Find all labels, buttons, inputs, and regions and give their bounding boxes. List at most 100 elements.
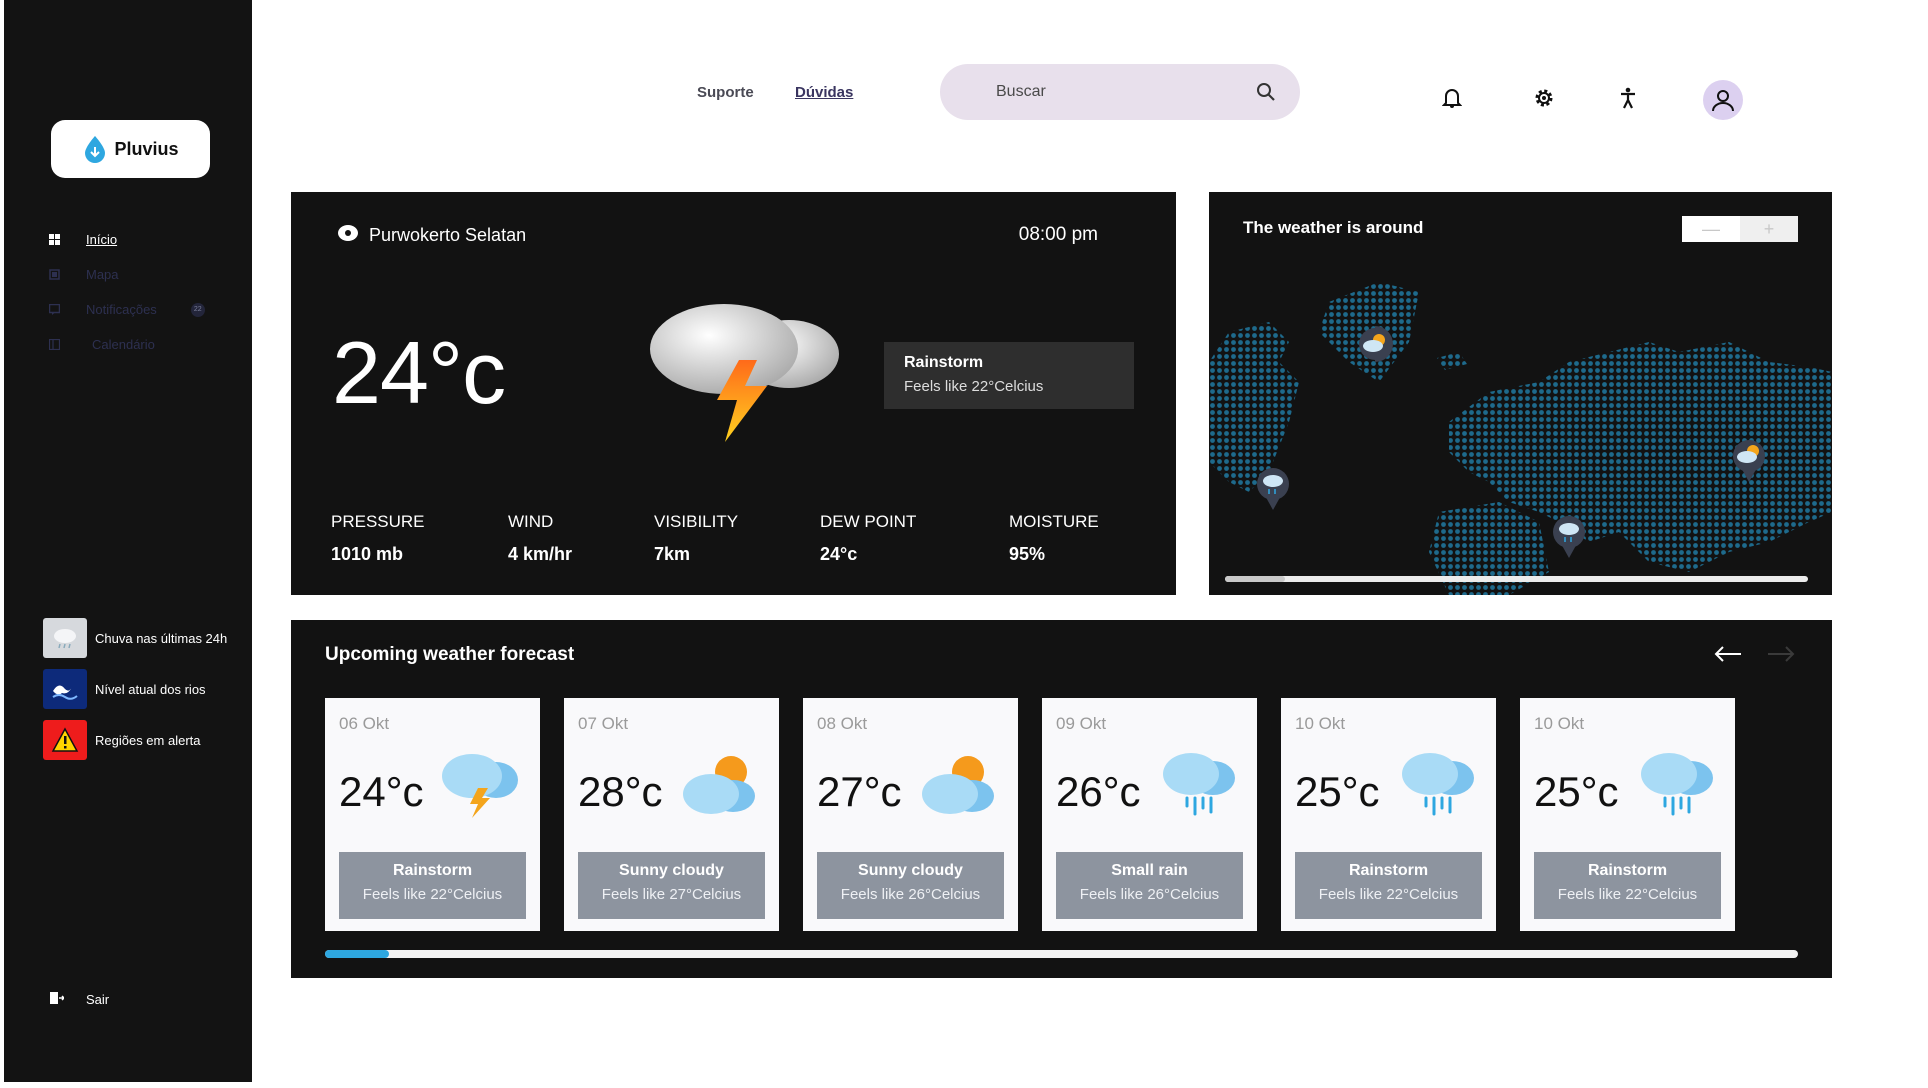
condition-box: Rainstorm Feels like 22°Celcius [884,342,1134,409]
forecast-day-card[interactable]: 08 Okt 27°c Sunny cloudy Feels like 26°C… [803,698,1018,931]
sidebar: Pluvius Início Mapa Notificações 22 Cale… [4,0,252,1082]
current-temperature: 24°c [332,323,506,422]
forecast-day-card[interactable]: 09 Okt 26°c Small rain Feels like 26°Cel… [1042,698,1257,931]
wave-icon [43,669,87,709]
stat-pressure: PRESSURE 1010 mb [331,512,425,565]
arrow-right-icon[interactable] [1767,646,1795,667]
forecast-day-card[interactable]: 06 Okt 24°c Rainstorm Feels like 22°Celc… [325,698,540,931]
scroll-thumb[interactable] [1225,576,1285,582]
stat-dew-point: DEW POINT 24°c [820,512,916,565]
forecast-temp: 27°c [817,768,902,815]
forecast-condition-box: Rainstorm Feels like 22°Celcius [339,852,526,919]
search-bar [940,64,1300,120]
stat-label: VISIBILITY [654,512,739,531]
location-name: Purwokerto Selatan [369,225,527,245]
rain-cloud-icon [43,618,87,658]
location[interactable]: Purwokerto Selatan [337,224,526,247]
forecast-day-card[interactable]: 10 Okt 25°c Rainstorm Feels like 22°Celc… [1520,698,1735,931]
link-duvidas[interactable]: Dúvidas [795,84,853,101]
accessibility-icon[interactable] [1616,86,1640,110]
sidebar-item-mapa[interactable]: Mapa [48,257,205,292]
forecast-feels: Feels like 22°Celcius [1318,886,1459,903]
forecast-date: 07 Okt [578,714,629,733]
sidebar-nav: Início Mapa Notificações 22 Calendário [48,222,205,362]
sidebar-item-label: Início [86,232,118,247]
map-pin-rain-1[interactable] [1257,468,1289,510]
user-icon [1712,90,1734,112]
weather-map-card: The weather is around — + [1209,192,1832,595]
stat-wind: WIND 4 km/hr [508,512,572,565]
forecast-feels: Feels like 26°Celcius [840,886,981,903]
forecast-temp: 25°c [1534,768,1619,815]
stat-value: 24°c [820,544,858,564]
forecast-condition-box: Small rain Feels like 26°Celcius [1056,852,1243,919]
forecast-feels: Feels like 27°Celcius [601,886,742,903]
sidebar-item-inicio[interactable]: Início [48,222,205,257]
stat-moisture: MOISTURE 95% [1009,512,1099,565]
sidebar-item-calendario[interactable]: Calendário [48,327,205,362]
chat-icon [48,304,60,316]
forecast-feels: Feels like 22°Celcius [1557,886,1698,903]
sidebar-item-label: Mapa [86,267,119,282]
stat-label: MOISTURE [1009,512,1099,531]
logout-label: Sair [86,992,110,1007]
stat-value: 95% [1009,544,1046,564]
rain-icon [1402,753,1474,816]
stat-value: 1010 mb [331,544,404,564]
sidebar-item-label: Notificações [86,302,157,317]
alert-item-rivers[interactable]: Nível atual dos rios [43,667,227,711]
logo-text: Pluvius [114,138,179,159]
stat-label: DEW POINT [820,512,917,531]
scroll-thumb[interactable] [325,950,389,958]
forecast-condition-box: Sunny cloudy Feels like 26°Celcius [817,852,1004,919]
alert-item-rain[interactable]: Chuva nas últimas 24h [43,616,227,660]
search-icon[interactable] [1256,82,1276,107]
logout-icon [50,992,66,1007]
forecast-feels: Feels like 26°Celcius [1079,886,1220,903]
stat-value: 7km [654,544,691,564]
alert-item-regions[interactable]: Regiões em alerta [43,718,227,762]
rain-icon [1641,753,1713,816]
sidebar-item-notificacoes[interactable]: Notificações 22 [48,292,205,327]
forecast-condition: Small rain [1111,862,1188,879]
current-time: 08:00 pm [1018,224,1098,245]
forecast-day-card[interactable]: 07 Okt 28°c Sunny cloudy Feels like 27°C… [564,698,779,931]
sun-cloud-icon [922,756,994,814]
forecast-scrollbar[interactable] [325,950,1798,958]
map-pin-rain-2[interactable] [1553,516,1585,558]
current-weather-card: Purwokerto Selatan 08:00 pm 24°c Rainsto… [291,192,1176,595]
sun-cloud-icon [683,756,755,814]
avatar[interactable] [1703,80,1743,120]
zoom-controls: — + [1682,216,1798,242]
forecast-condition: Rainstorm [1348,862,1429,879]
forecast-condition: Sunny cloudy [858,862,963,879]
forecast-condition-box: Rainstorm Feels like 22°Celcius [1534,852,1721,919]
forecast-date: 06 Okt [339,714,390,733]
forecast-date: 09 Okt [1056,714,1107,733]
sidebar-item-label: Calendário [92,337,155,352]
search-input[interactable] [996,83,1226,101]
forecast-temp: 25°c [1295,768,1380,815]
world-map[interactable] [1209,192,1832,595]
arrow-left-icon[interactable] [1714,646,1742,667]
droplet-logo-icon [85,136,106,163]
grid-icon [48,234,60,246]
forecast-condition-box: Rainstorm Feels like 22°Celcius [1295,852,1482,919]
alerts-list: Chuva nas últimas 24h Nível atual dos ri… [43,616,227,769]
stat-value: 4 km/hr [508,544,573,564]
logout-button[interactable]: Sair [50,992,109,1007]
forecast-day-card[interactable]: 10 Okt 25°c Rainstorm Feels like 22°Celc… [1281,698,1496,931]
zoom-out-button[interactable]: — [1682,216,1740,242]
logo[interactable]: Pluvius [51,120,210,178]
link-suporte[interactable]: Suporte [697,84,754,101]
location-pin-icon [337,224,359,247]
forecast-temp: 28°c [578,768,663,815]
stat-visibility: VISIBILITY 7km [654,512,738,565]
calendar-icon [48,339,60,351]
bell-icon[interactable] [1440,86,1464,110]
gear-icon[interactable] [1532,86,1556,110]
forecast-temp: 24°c [339,768,424,815]
map-scrollbar[interactable] [1225,576,1808,582]
stat-label: PRESSURE [331,512,425,531]
zoom-in-button[interactable]: + [1740,216,1798,242]
